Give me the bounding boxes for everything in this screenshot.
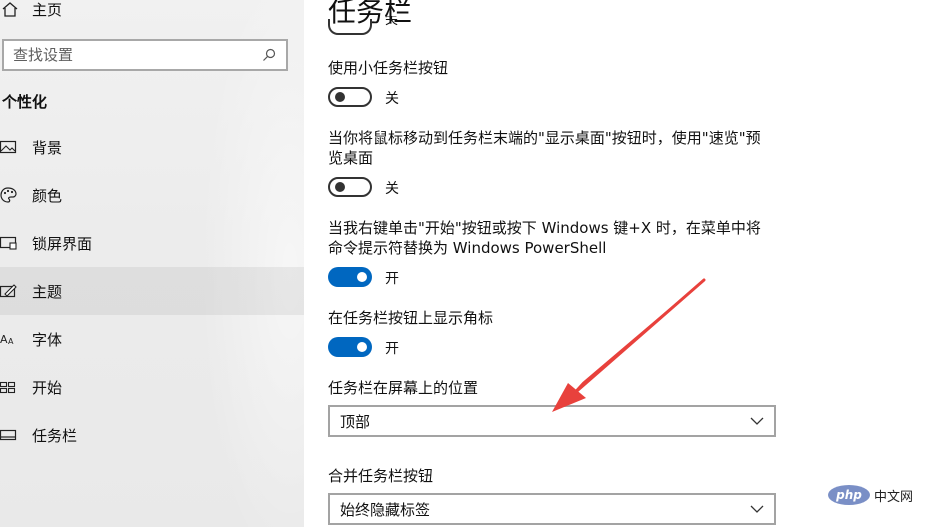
- sidebar-item-label: 颜色: [32, 186, 63, 205]
- home-label: 主页: [32, 0, 63, 19]
- partial-toggle-switch[interactable]: [328, 19, 372, 35]
- php-watermark: php 中文网: [828, 485, 913, 505]
- picture-icon: [0, 140, 17, 154]
- start-icon: [0, 381, 16, 394]
- toggle-knob: [335, 182, 345, 192]
- setting-label-peek: 当你将鼠标移动到任务栏末端的"显示桌面"按钮时，使用"速览"预览桌面: [328, 129, 761, 167]
- setting-label-badges: 在任务栏按钮上显示角标: [328, 309, 494, 327]
- toggle-small-buttons[interactable]: [328, 87, 372, 107]
- combine-buttons-dropdown[interactable]: 始终隐藏标签: [328, 493, 776, 525]
- toggle-knob: [335, 92, 345, 102]
- taskbar-position-dropdown[interactable]: 顶部: [328, 405, 776, 437]
- svg-text:A: A: [0, 333, 8, 346]
- palette-icon: [0, 187, 17, 203]
- php-logo: php: [828, 485, 870, 505]
- theme-brush-icon: [0, 284, 17, 298]
- search-input[interactable]: [4, 41, 262, 69]
- sidebar-item-label: 字体: [32, 330, 63, 349]
- combine-buttons-value: 始终隐藏标签: [340, 500, 431, 519]
- taskbar-position-label: 任务栏在屏幕上的位置: [328, 379, 479, 397]
- sidebar-item-label: 任务栏: [32, 426, 78, 445]
- setting-label-small-buttons: 使用小任务栏按钮: [328, 59, 449, 77]
- search-box[interactable]: [2, 39, 288, 71]
- sidebar-item-label: 背景: [32, 138, 63, 157]
- taskbar-icon: [0, 429, 17, 441]
- toggle-state-peek: 关: [385, 181, 399, 197]
- sidebar-item-start[interactable]: 开始: [0, 363, 304, 411]
- chevron-down-icon: [750, 505, 764, 513]
- sidebar-item-label: 开始: [32, 378, 63, 397]
- sidebar-item-label: 锁屏界面: [32, 234, 93, 253]
- sidebar-item-taskbar[interactable]: 任务栏: [0, 411, 304, 459]
- sidebar-item-label: 主题: [32, 282, 63, 301]
- search-icon[interactable]: [262, 48, 276, 62]
- toggle-knob: [357, 272, 367, 282]
- sidebar-home[interactable]: 主页: [0, 0, 63, 19]
- toggle-badges[interactable]: [328, 337, 372, 357]
- taskbar-position-value: 顶部: [340, 412, 371, 431]
- svg-text:A: A: [8, 337, 14, 346]
- watermark-text: 中文网: [874, 489, 914, 505]
- partial-toggle-state: 关: [385, 16, 399, 26]
- sidebar-item-lock-screen[interactable]: 锁屏界面: [0, 219, 304, 267]
- section-heading-personalization: 个性化: [2, 93, 48, 111]
- combine-buttons-label: 合并任务栏按钮: [328, 467, 434, 485]
- toggle-peek[interactable]: [328, 177, 372, 197]
- settings-content: 任务栏 关 使用小任务栏按钮 关 当你将鼠标移动到任务栏末端的"显示桌面"按钮时…: [304, 0, 928, 527]
- setting-label-powershell: 当我右键单击"开始"按钮或按下 Windows 键+X 时，在菜单中将命令提示符…: [328, 219, 761, 257]
- toggle-powershell[interactable]: [328, 267, 372, 287]
- settings-sidebar: 主页 个性化 背景 颜色 锁屏界面 主题: [0, 0, 304, 527]
- toggle-state-small-buttons: 关: [385, 91, 399, 107]
- toggle-state-powershell: 开: [385, 271, 399, 287]
- toggle-state-badges: 开: [385, 341, 399, 357]
- lock-screen-icon: [0, 236, 17, 250]
- sidebar-item-fonts[interactable]: A A 字体: [0, 315, 304, 363]
- chevron-down-icon: [750, 417, 764, 425]
- font-icon: A A: [0, 333, 14, 346]
- sidebar-item-themes[interactable]: 主题: [0, 267, 304, 315]
- sidebar-item-colors[interactable]: 颜色: [0, 171, 304, 219]
- sidebar-item-background[interactable]: 背景: [0, 123, 304, 171]
- home-icon: [2, 2, 18, 17]
- toggle-knob: [357, 342, 367, 352]
